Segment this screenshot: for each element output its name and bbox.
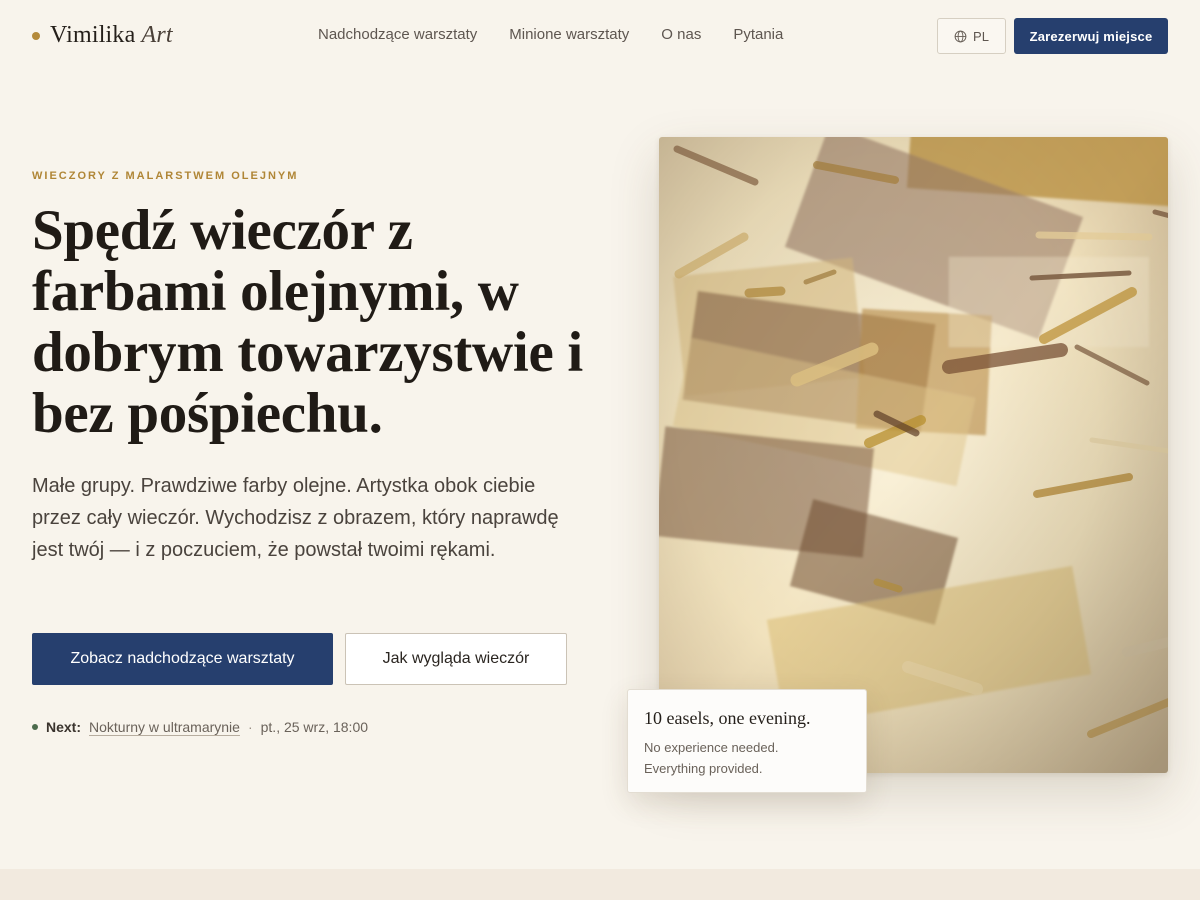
- brand-name-accent: Art: [141, 22, 173, 48]
- upcoming-workshops-button[interactable]: Zobacz nadchodzące warsztaty: [32, 633, 333, 685]
- caption-card: 10 easels, one evening. No experience ne…: [627, 689, 867, 793]
- caption-line-1: No experience needed.: [644, 740, 779, 755]
- nav-item-past[interactable]: Minione warsztaty: [509, 26, 629, 43]
- next-status-dot: [32, 724, 38, 730]
- brand-logo[interactable]: Vimilika Art: [32, 22, 173, 49]
- abstract-painting: [659, 137, 1168, 773]
- site-header: Vimilika Art Nadchodzące warsztaty Minion…: [0, 0, 1200, 72]
- main-nav: Nadchodzące warsztaty Minione warsztaty …: [318, 26, 783, 43]
- hero-lead: Małe grupy. Prawdziwe farby olejne. Arty…: [32, 475, 559, 561]
- caption-subtitle: No experience needed. Everything provide…: [644, 737, 850, 779]
- how-evening-looks-button[interactable]: Jak wygląda wieczór: [345, 633, 567, 685]
- caption-line-2: Everything provided.: [644, 761, 763, 776]
- brand-name-main: Vimilika: [50, 22, 136, 48]
- reserve-button[interactable]: Zarezerwuj miejsce: [1014, 18, 1168, 54]
- next-workshop-date: pt., 25 wrz, 18:00: [260, 719, 369, 735]
- next-section-edge: [0, 869, 1200, 900]
- globe-icon: [954, 30, 967, 42]
- brand-name: Vimilika Art: [50, 22, 173, 49]
- next-workshop-link[interactable]: Nokturny w ultramarynie: [89, 719, 240, 735]
- next-workshop: Next: Nokturny w ultramarynie · pt., 25 …: [32, 719, 368, 735]
- caption-title: 10 easels, one evening.: [644, 708, 811, 728]
- language-switcher[interactable]: PL: [937, 18, 1006, 54]
- hero-eyebrow: WIECZORY Z MALARSTWEM OLEJNYM: [32, 170, 299, 182]
- language-label: PL: [973, 28, 989, 44]
- nav-item-about[interactable]: O nas: [661, 26, 701, 43]
- hero-painting-image: [659, 137, 1168, 773]
- next-separator: ·: [247, 719, 253, 735]
- next-label: Next:: [46, 719, 82, 735]
- nav-item-faq[interactable]: Pytania: [733, 26, 783, 43]
- hero-headline: Spędź wieczór z farbami olejnymi, w dobr…: [32, 199, 583, 445]
- logo-dot: [32, 31, 40, 40]
- nav-item-upcoming[interactable]: Nadchodzące warsztaty: [318, 26, 477, 43]
